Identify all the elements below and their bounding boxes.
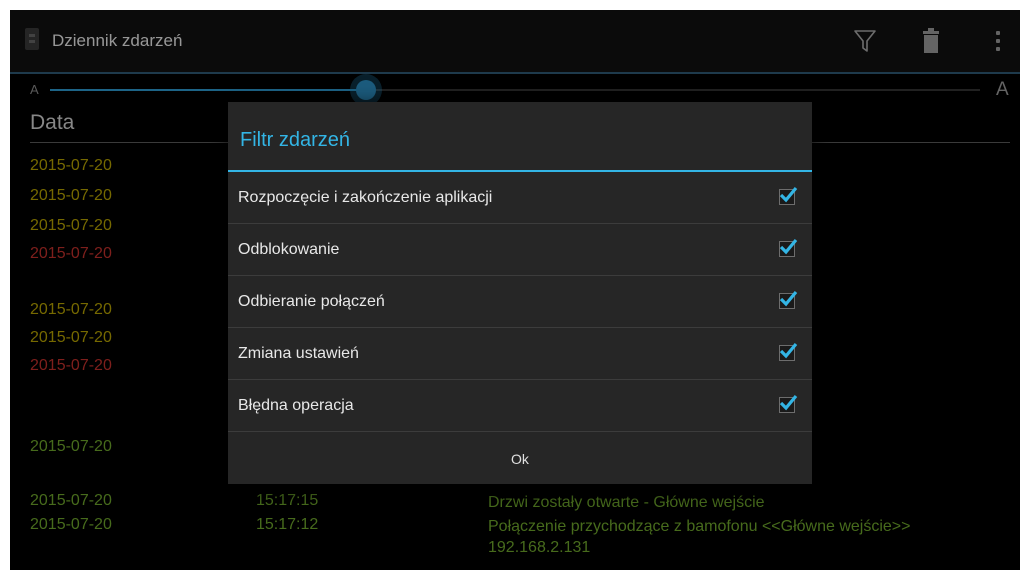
filter-option-checkbox[interactable] [779, 238, 798, 257]
filter-option-checkbox[interactable] [779, 342, 798, 361]
event-filter-dialog: Filtr zdarzeń Rozpoczęcie i zakończenie … [228, 102, 812, 484]
filter-option[interactable]: Odblokowanie [228, 224, 812, 276]
filter-option[interactable]: Zmiana ustawień [228, 328, 812, 380]
checkmark-icon [779, 394, 798, 411]
filter-option[interactable]: Rozpoczęcie i zakończenie aplikacji [228, 172, 812, 224]
filter-option-checkbox[interactable] [779, 290, 798, 309]
filter-option-label: Błędna operacja [238, 397, 354, 414]
dialog-title: Filtr zdarzeń [240, 129, 351, 151]
checkmark-icon [779, 186, 798, 203]
filter-option-checkbox[interactable] [779, 394, 798, 413]
filter-option-label: Odblokowanie [238, 241, 340, 258]
filter-option-checkbox[interactable] [779, 186, 798, 205]
ok-button[interactable]: Ok [228, 434, 812, 484]
option-divider [228, 431, 812, 432]
filter-option[interactable]: Błędna operacja [228, 380, 812, 432]
filter-option-label: Zmiana ustawień [238, 345, 359, 362]
screen: Dziennik zdarzeń A A Data 2015-07-20… an… [10, 10, 1020, 570]
checkmark-icon [779, 290, 798, 307]
checkmark-icon [779, 342, 798, 359]
filter-option-label: Odbieranie połączeń [238, 293, 385, 310]
filter-option-label: Rozpoczęcie i zakończenie aplikacji [238, 189, 493, 206]
checkmark-icon [779, 238, 798, 255]
filter-option[interactable]: Odbieranie połączeń [228, 276, 812, 328]
